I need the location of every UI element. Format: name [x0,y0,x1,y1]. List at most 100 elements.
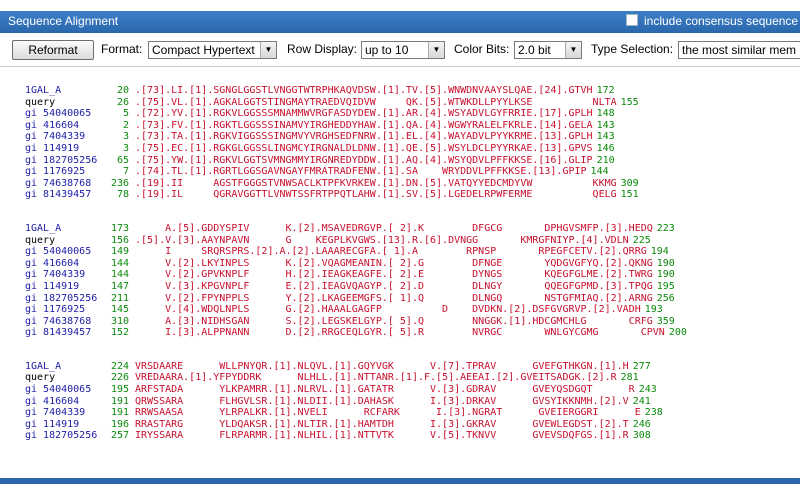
end-position: 246 [632,418,651,430]
sequence-id-link[interactable]: gi 416604 [25,396,103,408]
end-position: 146 [596,142,615,154]
start-position: 144 [110,269,129,281]
row-display-label: Row Display: [287,42,358,56]
title-bar: Sequence Alignment include consensus seq… [0,11,800,33]
sequence-id-link[interactable]: 1GAL_A [25,361,103,373]
sequence-id-link[interactable]: gi 416604 [25,120,103,132]
start-position: 236 [110,177,129,189]
format-label: Format: [101,42,143,56]
consensus-checkbox[interactable]: include consensus sequence [626,14,798,28]
chevron-down-icon[interactable]: ▼ [565,42,581,58]
start-position: 211 [110,292,129,304]
start-position: 78 [116,189,129,201]
sequence-id-link[interactable]: gi 7404339 [25,131,103,143]
start-position: 224 [110,360,129,372]
end-position: 190 [656,269,675,281]
sequence-id-link[interactable]: gi 182705256 [25,155,103,167]
end-position: 223 [656,222,675,234]
sequence-id-link[interactable]: gi 54040065 [25,384,103,396]
alignment-row: 1GAL_A 173 A.[5].GDDYSPIV K.[2].MSAVEDRGV… [25,223,687,235]
color-bits-value: 2.0 bit [518,43,551,57]
alignment-row: gi 1176925 145 V.[4].WDQLNPLS G.[2].HAAAL… [25,304,687,316]
sequence-id-link[interactable]: gi 1176925 [25,304,103,316]
end-position: 148 [596,108,615,120]
sequence-id-link[interactable]: gi 1176925 [25,166,103,178]
start-position: 191 [110,395,129,407]
alignment-row: gi 416604 144 V.[2].LKYINPLS K.[2].VQAGME… [25,258,687,270]
end-position: 308 [632,430,651,442]
sequence-id-link[interactable]: gi 114919 [25,281,103,293]
end-position: 144 [590,166,609,178]
sequence-text: .[73].FV.[1].RGKTLGGSSSINAMVYIRGHEDDYHAW… [135,119,593,131]
sequence-id-link[interactable]: 1GAL_A [25,223,103,235]
alignment-row: gi 81439457 152 I.[3].ALPPNANN D.[2].RRGC… [25,327,687,339]
end-position: 309 [620,177,639,189]
sequence-text: .[75].EC.[1].RGKGLGGSSLINGMCYIRGNALDLDNW… [135,142,593,154]
panel-title: Sequence Alignment [8,14,119,28]
sequence-id-link[interactable]: gi 74638768 [25,178,103,190]
sequence-text: .[74].TL.[1].RGRTLGGSGAVNGAYFMRATRADFENW… [135,166,587,178]
alignment-row: gi 7404339 3 .[73].TA.[1].RGKVIGGSSSINGMVY… [25,131,687,143]
sequence-id-link[interactable]: gi 114919 [25,143,103,155]
alignment-row: gi 182705256 257 IRYSSARA FLRPARMR.[1].NLH… [25,430,687,442]
sequence-text: A.[3].NIDHSGAN S.[2].LEGSKELGYP.[ 5].Q N… [135,315,653,327]
start-position: 191 [110,407,129,419]
sequence-id-link[interactable]: gi 81439457 [25,189,103,201]
checkbox-icon[interactable] [626,14,638,26]
sequence-text: I SRQRSPRS.[2].A.[2].LAAARECGFA.[ 1].A R… [135,246,647,258]
sequence-id-link[interactable]: gi 54040065 [25,246,103,258]
format-select[interactable]: Compact Hypertext ▼ [148,41,277,59]
sequence-id-link[interactable]: gi 81439457 [25,327,103,339]
start-position: 7 [122,166,129,178]
sequence-text: V.[2].LKYINPLS K.[2].VQAGMEANIN.[ 2].G D… [135,257,653,269]
start-position: 26 [116,96,129,108]
alignment-block: 1GAL_A 20 .[73].LI.[1].SGNGLGGSTLVNGGTWTRP… [25,85,687,201]
sequence-text: RRWSAASA YLRPALKR.[1].NVELI RCFARK I.[3]… [135,407,641,419]
row-display-select[interactable]: up to 10 ▼ [361,41,445,59]
sequence-text: .[73].LI.[1].SGNGLGGSTLVNGGTWTRPHKAQVDSW… [135,85,593,96]
sequence-id-link[interactable]: gi 54040065 [25,108,103,120]
end-position: 190 [656,257,675,269]
start-position: 156 [110,234,129,246]
alignment-toolbar: Reformat Format: Compact Hypertext ▼ Row … [0,33,800,66]
sequence-id-link[interactable]: gi 7404339 [25,407,103,419]
alignment-row: gi 54040065 195 ARFSTADA YLKPAMRR.[1].NLRV… [25,384,687,396]
sequence-id-link[interactable]: gi 182705256 [25,430,103,442]
sequence-id-link[interactable]: gi 7404339 [25,269,103,281]
sequence-id-link[interactable]: gi 114919 [25,419,103,431]
start-position: 196 [110,418,129,430]
sequence-id-link[interactable]: gi 182705256 [25,293,103,305]
alignment-row: gi 182705256 211 V.[2].FPYNPPLS Y.[2].LKA… [25,293,687,305]
end-position: 359 [656,315,675,327]
end-position: 194 [650,246,669,258]
type-selection-label: Type Selection: [591,42,674,56]
start-position: 145 [110,304,129,316]
sequence-id-link[interactable]: gi 74638768 [25,316,103,328]
sequence-id-link[interactable]: 1GAL_A [25,85,103,97]
chevron-down-icon[interactable]: ▼ [260,42,276,58]
reformat-button[interactable]: Reformat [12,40,94,60]
sequence-id-link[interactable]: gi 416604 [25,258,103,270]
end-position: 243 [638,384,657,396]
format-value: Compact Hypertext [152,43,255,57]
end-position: 143 [596,131,615,143]
alignment-row: gi 54040065 5 .[72].YV.[1].RGKVLGGSSSMNAMM… [25,108,687,120]
sequence-text: .[19].II AGSTFGGGSTVNWSACLKTPFKVRKEW.[1]… [135,177,617,189]
sequence-id-link: query [25,372,56,384]
end-position: 155 [620,96,639,108]
color-bits-select[interactable]: 2.0 bit ▼ [514,41,582,59]
alignment-row: query 226 VREDAARA.[1].YFPYDDRK NLHLL.[1].… [25,372,687,384]
start-position: 3 [122,142,129,154]
sequence-text: .[75].YW.[1].RGKVLGGTSVMNGMMYIRGNREDYDDW… [135,154,593,166]
alignment-block: 1GAL_A 224 VRSDAARE WLLPNYQR.[1].NLQVL.[1]… [25,361,687,442]
block-gap [25,339,687,361]
start-position: 195 [110,384,129,396]
start-position: 257 [110,430,129,442]
alignment-row: gi 182705256 65 .[75].YW.[1].RGKVLGGTSVMNG… [25,155,687,167]
bottom-scrollbar[interactable] [0,478,800,484]
end-position: 143 [596,119,615,131]
start-position: 3 [122,131,129,143]
end-position: 210 [596,154,615,166]
type-selection-select[interactable]: the most similar mem [678,41,800,59]
chevron-down-icon[interactable]: ▼ [428,42,444,58]
